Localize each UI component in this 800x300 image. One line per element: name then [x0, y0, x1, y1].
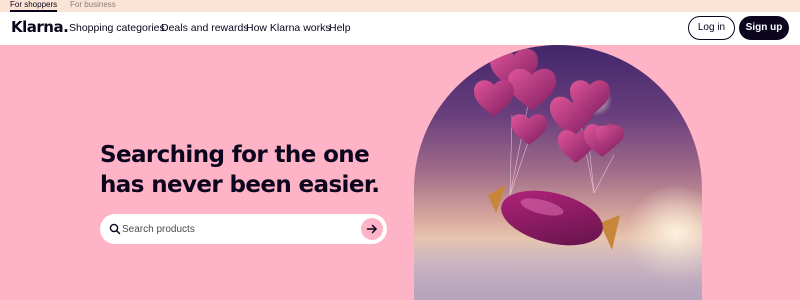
hero-heading-line-2: has never been easier.	[100, 172, 380, 198]
nav-shopping-categories[interactable]: Shopping categories	[69, 22, 165, 34]
main-navigation: Klarna. Shopping categories Deals and re…	[0, 12, 800, 45]
nav-deals-and-rewards[interactable]: Deals and rewards	[161, 22, 249, 34]
balloons-illustration	[414, 48, 702, 300]
nav-help[interactable]: Help	[329, 22, 351, 34]
login-button[interactable]: Log in	[688, 16, 735, 40]
arrow-right-icon	[366, 224, 377, 234]
search-input[interactable]	[122, 221, 352, 237]
tab-for-business[interactable]: For business	[70, 0, 116, 12]
search-icon	[109, 223, 121, 235]
tab-for-shoppers[interactable]: For shoppers	[10, 0, 58, 12]
hero-heading-line-1: Searching for the one	[100, 142, 370, 168]
signup-button[interactable]: Sign up	[739, 16, 789, 40]
product-search-bar	[100, 214, 387, 244]
nav-how-klarna-works[interactable]: How Klarna works	[246, 22, 331, 34]
hero-image-heart-balloons	[414, 45, 702, 300]
audience-switcher: For shoppers For business	[0, 0, 800, 12]
klarna-logo[interactable]: Klarna.	[11, 18, 69, 36]
search-submit-button[interactable]	[361, 218, 383, 240]
hero-heading: Searching for the one has never been eas…	[100, 140, 400, 200]
